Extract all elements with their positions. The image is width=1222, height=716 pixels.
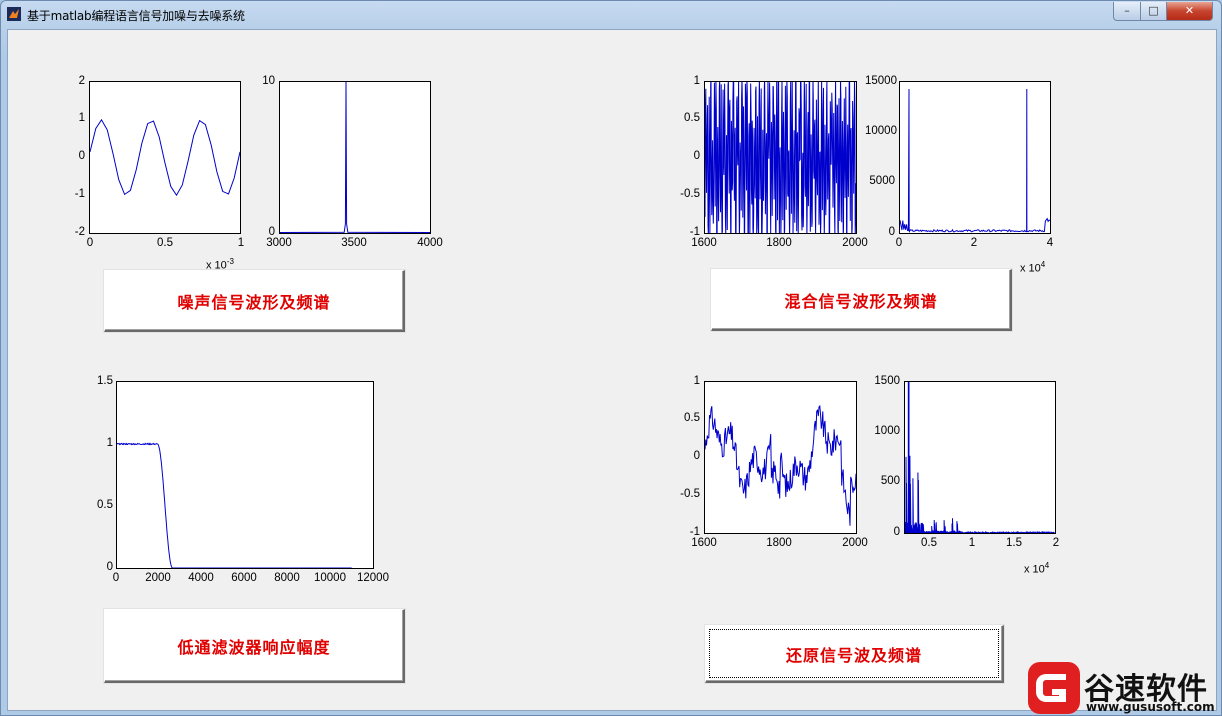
window-title: 基于matlab编程语言信号加噪与去噪系统	[27, 9, 245, 23]
tick-label: 0	[112, 572, 120, 584]
noise-spectrum-line	[280, 82, 430, 233]
minimize-button[interactable]: –	[1113, 2, 1141, 21]
mixed-waveform-line	[705, 82, 856, 233]
axis-multiplier: x 104	[1020, 260, 1046, 275]
tick-label: -1	[74, 188, 85, 200]
tick-label: 0	[693, 150, 700, 162]
tick-label: 0	[78, 150, 85, 162]
noise-waveform-plot[interactable]	[89, 81, 241, 234]
tick-label: 2	[970, 237, 978, 249]
restored-waveform-trace	[705, 404, 856, 526]
mixed-spectrum-plot[interactable]	[899, 81, 1051, 234]
noise-spectrum-trace	[280, 82, 430, 233]
mixed-waveform-plot[interactable]	[704, 81, 857, 234]
mixed-waveform-trace	[705, 82, 856, 233]
tick-label: 1600	[691, 537, 717, 549]
noise-waveform-trace	[90, 118, 240, 197]
tick-label: 4000	[188, 572, 214, 584]
tick-label: 0	[86, 237, 94, 249]
tick-label: 0.5	[157, 237, 173, 249]
tick-label: 0	[693, 450, 700, 462]
tick-label: 10000	[314, 572, 346, 584]
tick-label: 0.5	[684, 412, 700, 424]
filter-response-line	[117, 442, 352, 568]
logo-mark-icon	[1028, 662, 1080, 714]
tick-label: 1	[693, 375, 700, 387]
filter-response-plot[interactable]	[116, 381, 374, 569]
tick-label: -0.5	[680, 188, 700, 200]
filter-response-trace	[117, 442, 352, 568]
mixed-spectrum-line	[900, 88, 1050, 233]
tick-label: 1000	[874, 425, 900, 437]
tick-label: 4000	[417, 237, 443, 249]
tick-label: 0.5	[921, 537, 937, 549]
tick-label: 6000	[231, 572, 257, 584]
title-bar[interactable]: 基于matlab编程语言信号加噪与去噪系统 – □ ✕	[1, 1, 1221, 29]
tick-label: 1	[237, 237, 245, 249]
tick-label: 3500	[341, 237, 367, 249]
tick-label: 1.5	[1006, 537, 1022, 549]
tick-label: 2000	[145, 572, 171, 584]
restored-spectrum-line	[905, 382, 1055, 533]
restore-signal-button[interactable]: 还原信号波及频谱	[705, 625, 1004, 683]
restored-waveform-line	[705, 404, 856, 526]
mixed-signal-button[interactable]: 混合信号波形及频谱	[711, 269, 1012, 331]
tick-label: 1.5	[97, 375, 113, 387]
tick-label: 1600	[691, 237, 717, 249]
restored-waveform-plot[interactable]	[704, 381, 857, 534]
tick-label: 2	[1052, 537, 1060, 549]
tick-label: 0.5	[684, 112, 700, 124]
tick-label: 0.5	[97, 499, 113, 511]
logo-url: www.gususoft.com	[1086, 700, 1215, 714]
noise-spectrum-plot[interactable]	[279, 81, 431, 234]
tick-label: 1	[693, 75, 700, 87]
tick-label: 8000	[274, 572, 300, 584]
tick-label: 2000	[842, 237, 868, 249]
tick-label: 1800	[766, 237, 792, 249]
restored-spectrum-trace	[905, 382, 1055, 533]
tick-label: 1800	[766, 537, 792, 549]
tick-label: 2	[78, 75, 85, 87]
noise-waveform-line	[90, 118, 240, 197]
restored-spectrum-plot[interactable]	[904, 381, 1056, 534]
tick-label: 1	[78, 112, 85, 124]
maximize-button[interactable]: □	[1140, 2, 1167, 21]
tick-label: 0	[895, 237, 903, 249]
tick-label: 10	[262, 75, 275, 87]
tick-label: 3000	[266, 237, 292, 249]
tick-label: 2000	[842, 537, 868, 549]
lowpass-filter-button[interactable]: 低通滤波器响应幅度	[104, 609, 405, 683]
tick-label: 10000	[865, 125, 897, 137]
tick-label: 5000	[869, 175, 895, 187]
tick-label: 500	[880, 475, 900, 487]
gususoft-logo: 谷速软件 www.gususoft.com	[1026, 660, 1222, 716]
close-button[interactable]: ✕	[1166, 2, 1213, 21]
tick-label: 4	[1046, 237, 1054, 249]
tick-label: 0	[893, 526, 900, 538]
tick-label: 15000	[865, 75, 897, 87]
axis-multiplier: x 104	[1024, 561, 1050, 576]
tick-label: 1500	[874, 375, 900, 387]
tick-label: -0.5	[680, 488, 700, 500]
tick-label: 1	[106, 437, 113, 449]
tick-label: 1	[968, 537, 976, 549]
noise-signal-button[interactable]: 噪声信号波形及频谱	[104, 270, 405, 332]
tick-label: 12000	[357, 572, 389, 584]
matlab-icon	[7, 7, 21, 21]
mixed-spectrum-trace	[900, 88, 1050, 233]
